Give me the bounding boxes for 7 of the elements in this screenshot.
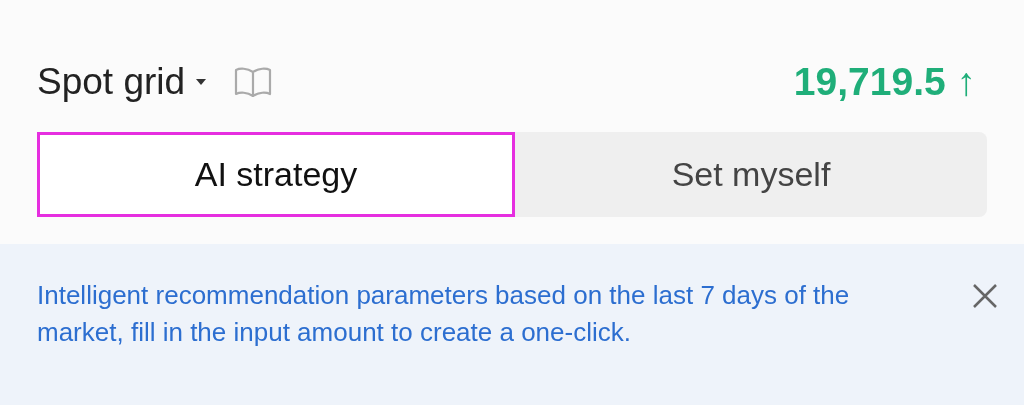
price-value: 19,719.5 ↑	[793, 58, 976, 105]
close-icon[interactable]	[972, 283, 998, 309]
strategy-tab[interactable]: AI strategy	[37, 132, 515, 217]
caret-icon[interactable]	[195, 78, 208, 86]
strategy-tab[interactable]: Set myself	[515, 132, 987, 217]
notice-text: Intelligent recommendation parameters based on the last 7 days of the market, fill in the input amount to create a one-click.	[37, 279, 851, 349]
page-title: Spot grid	[37, 60, 186, 105]
